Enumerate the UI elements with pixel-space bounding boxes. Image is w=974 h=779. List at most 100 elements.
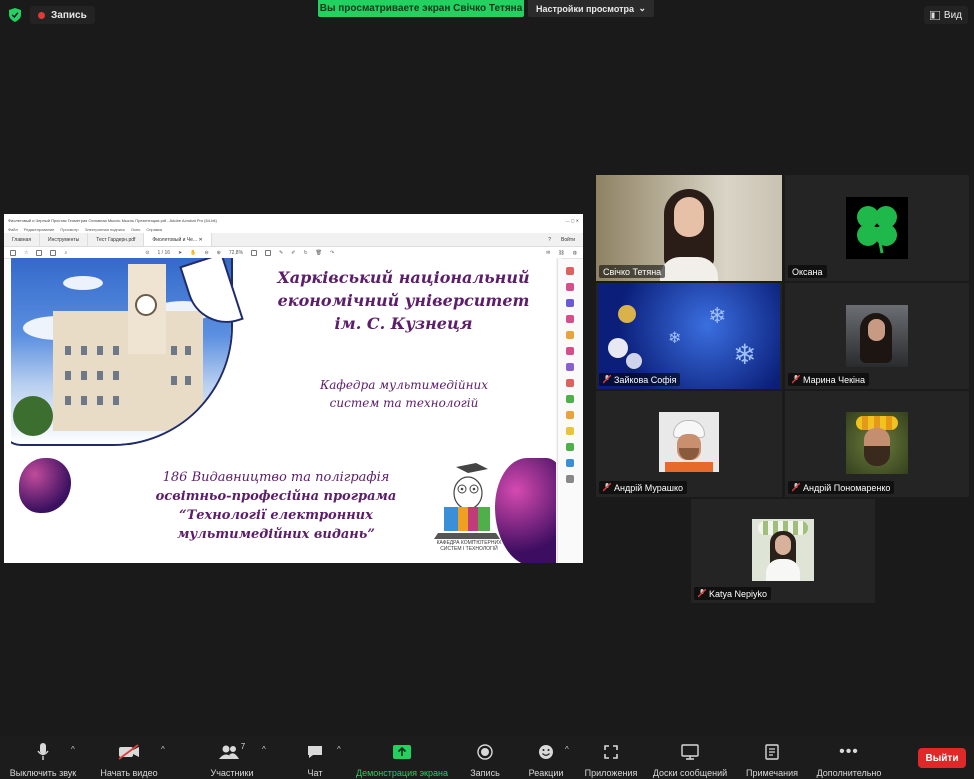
menu-edit[interactable]: Редактирование xyxy=(24,227,54,232)
combine-icon[interactable] xyxy=(566,347,574,355)
menu-window[interactable]: Окно xyxy=(131,227,140,232)
print-icon[interactable] xyxy=(50,249,57,256)
participants-caret-icon[interactable]: ^ xyxy=(262,745,266,754)
chekina-avatar xyxy=(846,305,908,367)
zoom-level[interactable]: 72,8% xyxy=(229,250,243,256)
menu-esign[interactable]: Электронная подпись xyxy=(85,227,125,232)
security-shield-icon[interactable] xyxy=(9,8,21,22)
reactions-label: Реакции xyxy=(528,768,564,778)
scan-icon[interactable] xyxy=(566,395,574,403)
video-tile-svichko[interactable]: Свічко Тетяна xyxy=(596,175,782,281)
ponomarenko-avatar xyxy=(846,412,908,474)
share-screen-button[interactable]: Демонстрация экрана xyxy=(352,742,452,778)
title-line-2: економічний університет xyxy=(277,291,530,310)
protect-icon[interactable] xyxy=(566,411,574,419)
start-video-button[interactable]: Начать видео xyxy=(96,742,162,778)
reactions-button[interactable]: Реакции xyxy=(526,742,566,778)
reactions-caret-icon[interactable]: ^ xyxy=(565,745,569,754)
tab-tools[interactable]: Инструменты xyxy=(40,233,89,246)
start-video-label: Начать видео xyxy=(100,768,158,778)
cursor-icon[interactable]: ➤ xyxy=(178,250,182,256)
window-controls[interactable]: — ▢ ✕ xyxy=(566,218,579,223)
leave-meeting-button[interactable]: Выйти xyxy=(918,748,966,768)
clock-icon xyxy=(135,294,157,316)
notes-label: Примечания xyxy=(746,768,798,778)
record-button[interactable]: Запись xyxy=(466,742,504,778)
upload-icon[interactable] xyxy=(36,249,43,256)
chat-button[interactable]: Чат xyxy=(300,742,330,778)
tab-home[interactable]: Главная xyxy=(4,233,41,246)
tab-doc-1[interactable]: Тест Гардерн.pdf xyxy=(88,233,145,246)
mute-button[interactable]: Выключить звук xyxy=(6,742,80,778)
participants-icon xyxy=(218,745,239,759)
menu-help[interactable]: Справка xyxy=(146,227,162,232)
comment-icon[interactable] xyxy=(265,249,272,256)
star-icon[interactable]: ☆ xyxy=(24,250,28,256)
rotate-icon[interactable]: ↻ xyxy=(303,250,307,256)
video-tile-ponomarenko[interactable]: Андрій Пономаренко xyxy=(785,391,969,497)
whiteboards-button[interactable]: Доски сообщений xyxy=(648,742,732,778)
record-dot-icon xyxy=(38,11,45,19)
highlight-icon[interactable]: ✐ xyxy=(291,250,295,256)
video-tile-oksana[interactable]: Оксана xyxy=(785,175,969,281)
apps-label: Приложения xyxy=(584,768,638,778)
video-tile-murashko[interactable]: Андрій Мурашко xyxy=(596,391,782,497)
export-pdf-icon[interactable] xyxy=(566,283,574,291)
menu-view[interactable]: Просмотр xyxy=(60,227,78,232)
redo-icon[interactable]: ↷ xyxy=(330,250,334,256)
participant-name: Оксана xyxy=(792,266,823,277)
title-line-1: Харківський національний xyxy=(277,268,530,287)
page-up-icon[interactable]: ⊙ xyxy=(145,250,149,256)
hand-icon[interactable]: ✋ xyxy=(190,250,196,256)
compress-icon[interactable] xyxy=(566,379,574,387)
mic-muted-icon xyxy=(698,589,706,598)
share-doc-icon[interactable]: ✉ xyxy=(546,250,550,256)
video-tile-nepiyko[interactable]: Katya Nepiyko xyxy=(691,499,875,603)
acrobat-tabs: Главная Инструменты Тест Гардерн.pdf Фио… xyxy=(4,233,583,247)
apps-button[interactable]: Приложения xyxy=(582,742,640,778)
view-options-button[interactable]: Настройки просмотра ⌄ xyxy=(528,0,654,17)
video-tile-chekina[interactable]: Марина Чекіна xyxy=(785,283,969,389)
page-fit-icon[interactable] xyxy=(251,249,258,256)
participant-name: Марина Чекіна xyxy=(803,374,866,385)
shield-tool-icon[interactable] xyxy=(566,459,574,467)
pen-icon[interactable]: ✎ xyxy=(279,250,283,256)
comment-tool-icon[interactable] xyxy=(566,331,574,339)
tab-doc-2[interactable]: Фиолетовый и Че... ✕ xyxy=(144,233,212,246)
page-counter[interactable]: 1 / 16 xyxy=(158,250,171,256)
audio-options-caret-icon[interactable]: ^ xyxy=(71,745,75,754)
save-icon[interactable] xyxy=(10,249,16,256)
view-button[interactable]: Вид xyxy=(923,6,968,24)
edit-pdf-icon[interactable] xyxy=(566,299,574,307)
fill-sign-icon[interactable] xyxy=(566,427,574,435)
organize-icon[interactable] xyxy=(566,363,574,371)
zoom-search-icon[interactable]: ⌕ xyxy=(64,250,67,256)
notes-button[interactable]: Примечания xyxy=(740,742,804,778)
more-tools-icon[interactable] xyxy=(566,475,574,483)
participants-button[interactable]: 7 Участники xyxy=(204,742,260,778)
more-button[interactable]: ••• Дополнительно xyxy=(812,742,886,778)
participant-name-tag: Андрій Пономаренко xyxy=(788,481,895,494)
delete-icon[interactable]: 🗑 xyxy=(316,250,322,256)
menu-file[interactable]: Файл xyxy=(8,227,18,232)
pdf-slide: Харківський національний економічний уні… xyxy=(11,258,556,563)
participant-name: Зайкова Софія xyxy=(614,374,677,385)
video-options-caret-icon[interactable]: ^ xyxy=(161,745,165,754)
create-pdf-icon[interactable] xyxy=(566,315,574,323)
link-icon[interactable]: ⛓ xyxy=(558,250,564,256)
sign-in-button[interactable]: Войти xyxy=(561,237,575,243)
video-tile-zaikova[interactable]: ❄ ❄ ❄ Зайкова Софія xyxy=(596,283,782,389)
participant-name-tag: Зайкова Софія xyxy=(599,373,681,386)
mic-muted-icon xyxy=(603,483,611,492)
zoom-tool-icon[interactable] xyxy=(566,267,574,275)
zoom-in-icon[interactable]: ⊕ xyxy=(217,250,221,256)
title-line-3: ім. С. Кузнеця xyxy=(334,314,473,333)
account-icon[interactable]: ◍ xyxy=(573,250,577,256)
chat-caret-icon[interactable]: ^ xyxy=(337,745,341,754)
shared-screen[interactable]: Фиолетовый и Черный Простая Геометрия Ос… xyxy=(4,214,583,563)
recording-indicator[interactable]: Запись xyxy=(30,6,95,24)
participant-name: Андрій Мурашко xyxy=(614,482,684,493)
print-production-icon[interactable] xyxy=(566,443,574,451)
help-icon[interactable]: ? xyxy=(548,237,551,243)
zoom-out-icon[interactable]: ⊖ xyxy=(204,250,208,256)
